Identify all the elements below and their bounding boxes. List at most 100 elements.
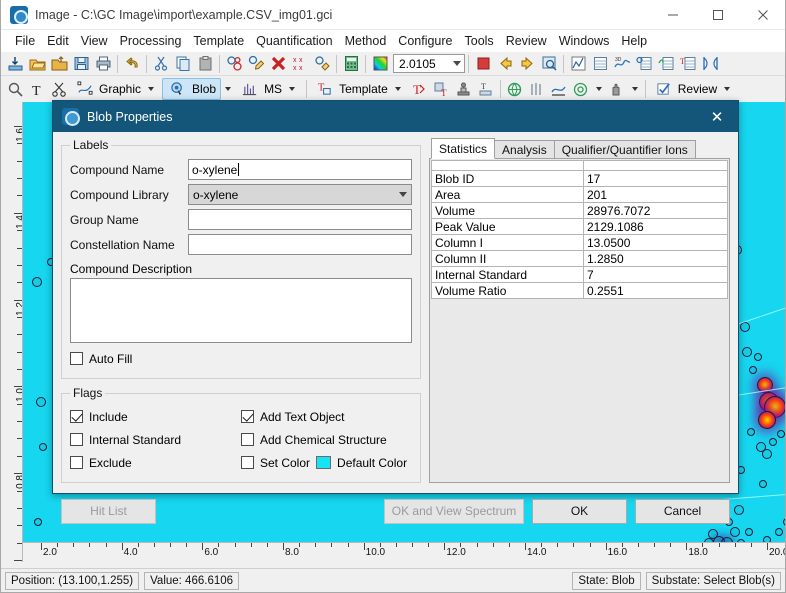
tab-qualifier-quantifier-ions[interactable]: Qualifier/Quantifier Ions <box>554 140 696 159</box>
back-arrow-icon[interactable] <box>494 53 516 75</box>
blob-edit-icon[interactable] <box>245 53 267 75</box>
table-row[interactable]: Volume28976.7072 <box>432 203 728 219</box>
text-tool-icon[interactable]: T <box>26 78 48 100</box>
menu-item-quantification[interactable]: Quantification <box>250 32 338 50</box>
hand-tool-icon[interactable] <box>606 78 628 100</box>
blob-marker[interactable] <box>754 353 762 361</box>
blob-marker[interactable] <box>34 518 42 526</box>
print-icon[interactable] <box>92 53 114 75</box>
dialog-close-button[interactable]: ✕ <box>696 101 738 132</box>
group-name-input[interactable] <box>188 209 412 230</box>
maximize-button[interactable] <box>695 0 740 30</box>
auto-fill-row[interactable]: Auto Fill <box>70 347 412 370</box>
menu-item-method[interactable]: Method <box>339 32 393 50</box>
save-icon[interactable] <box>70 53 92 75</box>
table-row[interactable]: Peak Value2129.1086 <box>432 219 728 235</box>
include-checkbox[interactable] <box>70 410 83 423</box>
template-edit-icon[interactable]: T <box>475 78 497 100</box>
compare-images-icon[interactable] <box>699 53 721 75</box>
molecule-icon[interactable] <box>526 78 548 100</box>
set-color-checkbox[interactable] <box>241 456 254 469</box>
blob-table-icon[interactable] <box>633 53 655 75</box>
undo-icon[interactable] <box>121 53 143 75</box>
template-apply-icon[interactable]: T <box>409 78 431 100</box>
table-row[interactable]: Internal Standard7 <box>432 267 728 283</box>
add-text-object-checkbox[interactable] <box>241 410 254 423</box>
constellation-name-input[interactable] <box>188 234 412 255</box>
group-table-icon[interactable] <box>655 53 677 75</box>
template-table-icon[interactable]: T <box>677 53 699 75</box>
blob-marker[interactable] <box>39 443 47 451</box>
colormap-icon[interactable] <box>369 53 391 75</box>
cut-icon[interactable] <box>150 53 172 75</box>
blob-marker[interactable] <box>742 347 752 357</box>
table-row[interactable]: Area201 <box>432 187 728 203</box>
blob-marker[interactable] <box>775 528 783 536</box>
compound-name-input[interactable]: o-xylene <box>188 159 412 180</box>
review-mode-button[interactable]: Review <box>649 78 738 100</box>
blob-marker[interactable] <box>747 428 755 436</box>
hit-list-button[interactable]: Hit List <box>61 499 156 524</box>
compound-description-textarea[interactable] <box>70 278 412 343</box>
compound-library-select[interactable]: o-xylene <box>188 184 412 205</box>
close-button[interactable] <box>740 0 785 30</box>
blob-marker[interactable] <box>762 449 772 459</box>
menu-item-configure[interactable]: Configure <box>392 32 458 50</box>
open-recent-icon[interactable] <box>48 53 70 75</box>
menu-item-view[interactable]: View <box>75 32 114 50</box>
blob-marker[interactable] <box>769 438 777 446</box>
chevron-down-icon[interactable] <box>289 87 295 91</box>
internal-standard-row[interactable]: Internal Standard <box>70 428 241 451</box>
auto-fill-checkbox[interactable] <box>70 352 83 365</box>
menu-item-windows[interactable]: Windows <box>553 32 616 50</box>
tab-statistics[interactable]: Statistics <box>431 138 495 159</box>
table-row[interactable]: Column I13.0500 <box>432 235 728 251</box>
blob-marker[interactable] <box>758 411 776 429</box>
blob-paint-icon[interactable] <box>311 53 333 75</box>
surface-3d-icon[interactable]: 3D <box>611 53 633 75</box>
stop-icon[interactable] <box>472 53 494 75</box>
baseline-icon[interactable] <box>548 78 570 100</box>
set-color-row[interactable]: Set Color Default Color <box>241 451 412 474</box>
default-color-swatch[interactable] <box>316 456 331 469</box>
menu-item-processing[interactable]: Processing <box>114 32 188 50</box>
multi-delete-icon[interactable]: xxxx <box>289 53 311 75</box>
scissors-tool-icon[interactable] <box>48 78 70 100</box>
table-row[interactable]: Volume Ratio0.2551 <box>432 283 728 299</box>
chevron-down-icon[interactable] <box>395 87 401 91</box>
table-row[interactable]: Blob ID17 <box>432 171 728 187</box>
menu-item-edit[interactable]: Edit <box>41 32 75 50</box>
internal-standard-checkbox[interactable] <box>70 433 83 446</box>
blob-marker[interactable] <box>783 518 785 526</box>
ok-and-view-spectrum-button[interactable]: OK and View Spectrum <box>384 499 524 524</box>
blob-detect-icon[interactable] <box>223 53 245 75</box>
blob-marker[interactable] <box>777 430 785 438</box>
target-icon[interactable] <box>570 78 592 100</box>
menu-item-review[interactable]: Review <box>500 32 553 50</box>
blob-marker[interactable] <box>745 528 753 536</box>
exclude-row[interactable]: Exclude <box>70 451 241 474</box>
search-icon[interactable] <box>4 78 26 100</box>
paste-icon[interactable] <box>194 53 216 75</box>
blob-marker[interactable] <box>36 397 46 407</box>
blob-marker[interactable] <box>32 277 42 287</box>
template-mode-button[interactable]: T Template <box>310 78 409 100</box>
menu-item-tools[interactable]: Tools <box>459 32 500 50</box>
add-chemical-structure-checkbox[interactable] <box>241 433 254 446</box>
data-table-icon[interactable] <box>589 53 611 75</box>
menu-item-help[interactable]: Help <box>615 32 653 50</box>
menu-item-file[interactable]: File <box>9 32 41 50</box>
template-stamp-icon[interactable] <box>453 78 475 100</box>
template-copy-icon[interactable]: T <box>431 78 453 100</box>
globe-icon[interactable] <box>504 78 526 100</box>
blob-marker[interactable] <box>759 480 767 488</box>
blob-mode-button[interactable]: Blob <box>162 78 221 100</box>
ok-button[interactable]: OK <box>532 499 627 524</box>
chromatogram-icon[interactable] <box>567 53 589 75</box>
add-text-object-row[interactable]: Add Text Object <box>241 405 412 428</box>
exclude-checkbox[interactable] <box>70 456 83 469</box>
tab-analysis[interactable]: Analysis <box>494 140 555 159</box>
open-icon[interactable] <box>26 53 48 75</box>
delete-blob-icon[interactable] <box>267 53 289 75</box>
ms-mode-button[interactable]: MS <box>235 78 303 100</box>
